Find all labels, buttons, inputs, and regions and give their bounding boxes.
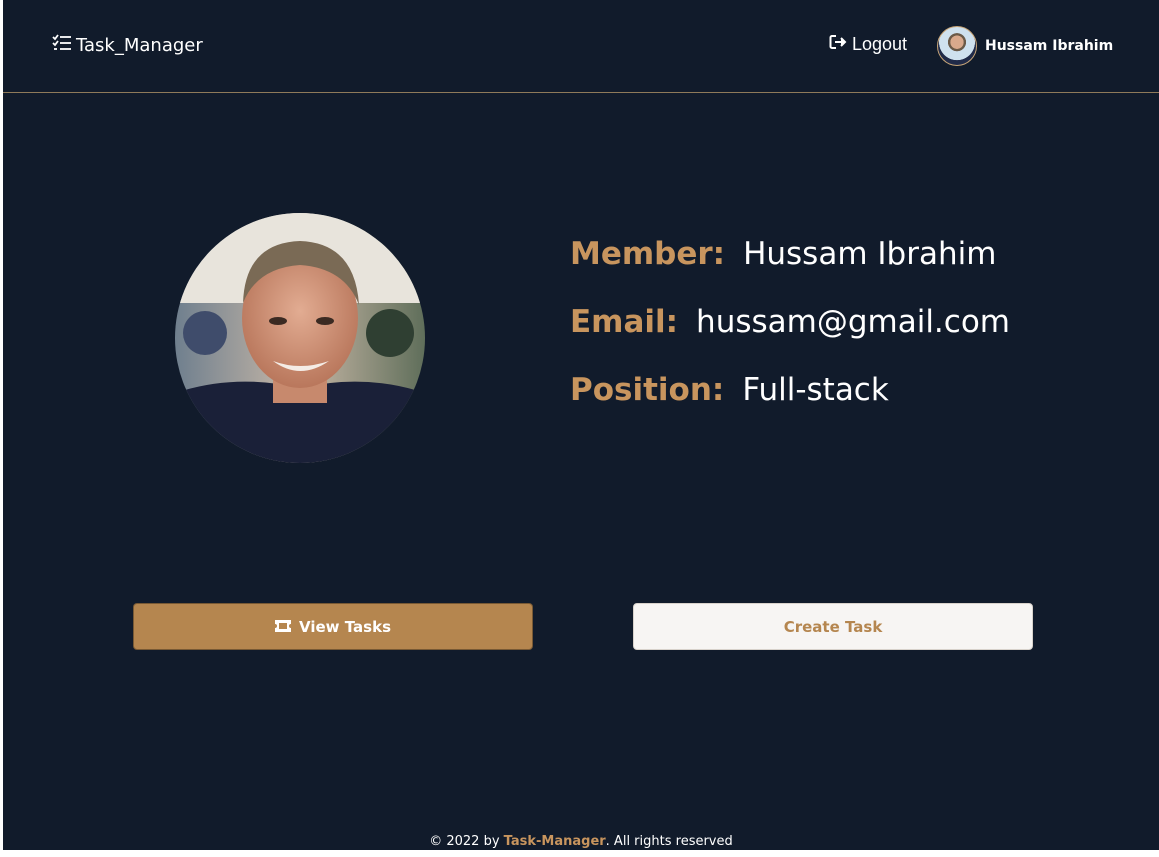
logout-button[interactable]: Logout — [829, 34, 907, 55]
position-label: Position: — [570, 372, 725, 408]
navbar: Task_Manager Logout Hussam Ibrahim — [3, 0, 1159, 93]
brand-link[interactable]: Task_Manager — [52, 34, 203, 57]
create-task-button[interactable]: Create Task — [633, 603, 1033, 650]
email-label: Email: — [570, 304, 679, 340]
view-tasks-button[interactable]: View Tasks — [133, 603, 533, 650]
footer-brand-link[interactable]: Task-Manager — [504, 834, 606, 849]
ticket-icon — [275, 618, 291, 636]
member-value: Hussam Ibrahim — [743, 236, 997, 272]
logout-icon — [829, 34, 847, 55]
email-row: Email: hussam@gmail.com — [570, 304, 1010, 372]
footer-prefix: © 2022 by — [429, 834, 504, 849]
app-root: Task_Manager Logout Hussam Ibrahim Membe… — [3, 0, 1159, 850]
avatar[interactable] — [937, 26, 977, 66]
position-value: Full-stack — [742, 372, 889, 408]
profile-info: Member: Hussam Ibrahim Email: hussam@gma… — [570, 236, 1010, 440]
footer: © 2022 by Task-Manager. All rights reser… — [3, 834, 1159, 849]
view-tasks-label: View Tasks — [299, 617, 391, 636]
position-row: Position: Full-stack — [570, 372, 1010, 440]
profile-photo — [175, 213, 425, 463]
email-value: hussam@gmail.com — [696, 304, 1010, 340]
member-row: Member: Hussam Ibrahim — [570, 236, 1010, 304]
task-list-icon — [52, 34, 72, 57]
member-label: Member: — [570, 236, 726, 272]
create-task-label: Create Task — [783, 617, 883, 636]
logout-label: Logout — [852, 34, 908, 54]
brand-name: Task_Manager — [76, 35, 203, 56]
footer-suffix: . All rights reserved — [605, 834, 733, 849]
user-name: Hussam Ibrahim — [985, 38, 1114, 54]
user-menu[interactable]: Hussam Ibrahim — [937, 26, 1113, 66]
